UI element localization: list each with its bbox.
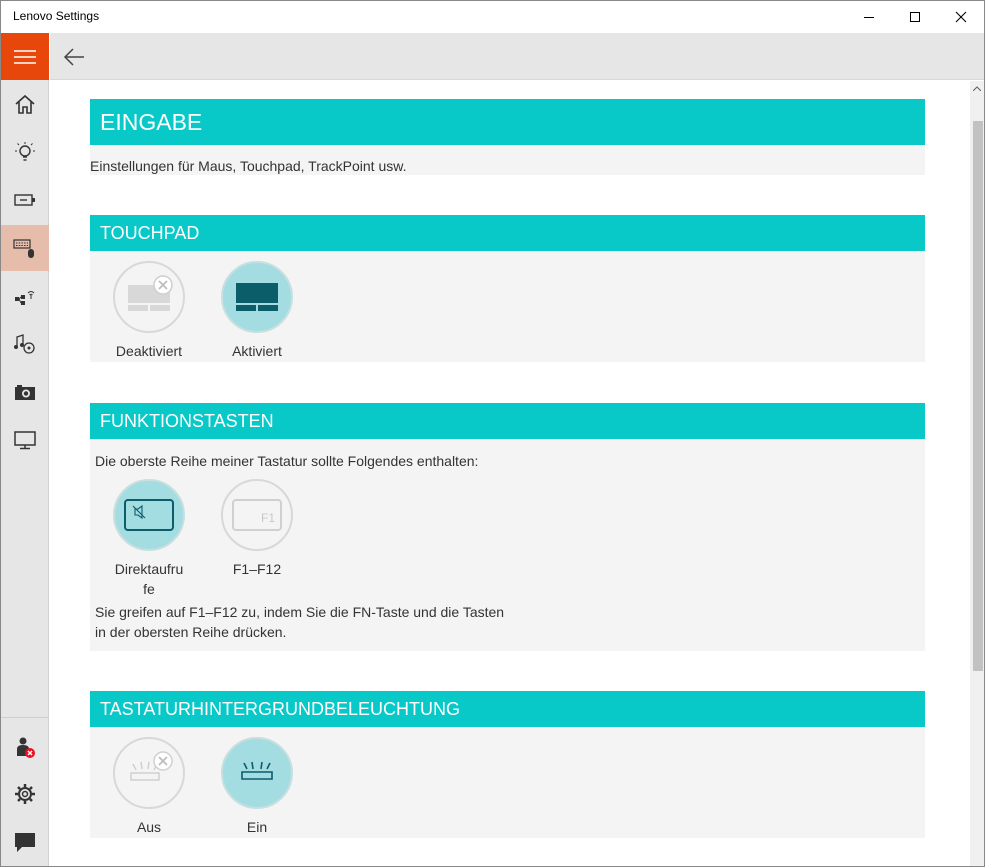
sidebar-item-network[interactable] — [1, 273, 49, 319]
function-keys-section-header: FUNKTIONSTASTEN — [90, 403, 925, 439]
keyboard-mouse-icon — [13, 239, 34, 258]
sidebar-item-account[interactable] — [1, 725, 49, 771]
maximize-button[interactable] — [892, 1, 938, 33]
camera-icon — [15, 385, 35, 400]
sidebar-item-camera[interactable] — [1, 369, 49, 415]
backlight-off-toggle[interactable] — [113, 737, 185, 809]
account-error-icon — [17, 737, 35, 758]
hamburger-menu-button[interactable] — [1, 33, 49, 80]
main-content: EINGABE Einstellungen für Maus, Touchpad… — [50, 81, 970, 866]
app-window: Lenovo Settings EINGABE Einstellungen fü… — [0, 0, 985, 867]
disabled-x-icon — [153, 275, 173, 295]
backlight-on-label: Ein — [246, 819, 268, 835]
touchpad-section: TOUCHPAD Deaktiviert Aktiviert — [90, 215, 925, 362]
page-description: Einstellungen für Maus, Touchpad, TrackP… — [90, 145, 925, 175]
hotkeys-toggle[interactable] — [113, 479, 185, 551]
sidebar-item-display[interactable] — [1, 417, 49, 463]
back-arrow-icon — [63, 48, 84, 66]
function-keys-note-line2: in der obersten Reihe drücken. — [95, 624, 287, 640]
sidebar-divider — [1, 717, 49, 718]
function-keys-note: Sie greifen auf F1–F12 zu, indem Sie die… — [95, 602, 515, 642]
backlight-off-label: Aus — [136, 819, 162, 835]
chevron-up-icon — [973, 85, 981, 91]
page-title: EINGABE — [100, 108, 203, 135]
hotkeys-label: Direktaufru fe — [104, 559, 194, 599]
backlight-off-x-icon — [153, 751, 173, 771]
home-icon — [15, 94, 35, 114]
function-key-icon: F1 — [232, 499, 282, 531]
audio-video-icon — [14, 334, 35, 354]
function-keys-title: FUNKTIONSTASTEN — [100, 410, 274, 431]
top-bar — [50, 33, 984, 80]
vertical-scrollbar[interactable] — [970, 81, 984, 866]
touchpad-option-enabled[interactable]: Aktiviert — [212, 261, 302, 361]
function-keys-option-f1-f12[interactable]: F1 F1–F12 — [212, 479, 302, 579]
backlight-section: TASTATURHINTERGRUNDBELEUCHTUNG Aus Ein — [90, 691, 925, 838]
sidebar-item-lighting[interactable] — [1, 129, 49, 175]
touchpad-option-disabled[interactable]: Deaktiviert — [104, 261, 194, 361]
backlight-title: TASTATURHINTERGRUNDBELEUCHTUNG — [100, 698, 461, 719]
sidebar-item-audio[interactable] — [1, 321, 49, 367]
hotkeys-label-line1: Direktaufru — [114, 561, 184, 577]
window-title: Lenovo Settings — [13, 9, 100, 23]
function-key-icon-text: F1 — [261, 511, 275, 525]
scroll-up-button[interactable] — [970, 81, 984, 95]
function-keys-section: FUNKTIONSTASTEN Die oberste Reihe meiner… — [90, 403, 925, 651]
battery-icon — [14, 194, 35, 206]
backlight-on-icon — [241, 761, 273, 780]
touchpad-enabled-label: Aktiviert — [232, 343, 282, 359]
sidebar-item-input[interactable] — [1, 225, 49, 271]
backlight-option-on[interactable]: Ein — [212, 737, 302, 837]
feedback-icon — [15, 833, 35, 852]
sidebar-item-home[interactable] — [1, 81, 49, 127]
lightbulb-icon — [15, 142, 35, 161]
touchpad-section-header: TOUCHPAD — [90, 215, 925, 251]
touchpad-title: TOUCHPAD — [100, 222, 200, 243]
touchpad-enabled-toggle[interactable] — [221, 261, 293, 333]
sidebar-item-power[interactable] — [1, 177, 49, 223]
page-header: EINGABE Einstellungen für Maus, Touchpad… — [90, 99, 925, 175]
sidebar — [1, 33, 49, 866]
hotkeys-label-line2: fe — [143, 581, 155, 597]
network-icon — [15, 291, 35, 305]
close-icon — [955, 11, 967, 23]
scrollbar-thumb[interactable] — [973, 121, 983, 671]
page-title-bar: EINGABE — [90, 99, 925, 145]
minimize-icon — [864, 17, 874, 18]
back-button[interactable] — [60, 43, 88, 71]
hotkey-mute-icon — [124, 499, 174, 531]
title-bar: Lenovo Settings — [1, 1, 984, 33]
display-icon — [14, 431, 36, 450]
hamburger-icon — [14, 49, 36, 64]
function-keys-note-line1: Sie greifen auf F1–F12 zu, indem Sie die… — [95, 604, 505, 620]
settings-gear-icon — [15, 784, 35, 804]
touchpad-on-icon — [236, 283, 278, 311]
backlight-section-header: TASTATURHINTERGRUNDBELEUCHTUNG — [90, 691, 925, 727]
function-keys-intro: Die oberste Reihe meiner Tastatur sollte… — [95, 453, 479, 469]
f1-f12-toggle[interactable]: F1 — [221, 479, 293, 551]
f1-f12-label: F1–F12 — [232, 561, 282, 577]
touchpad-disabled-label: Deaktiviert — [115, 343, 183, 359]
close-button[interactable] — [938, 1, 984, 33]
minimize-button[interactable] — [846, 1, 892, 33]
sidebar-item-feedback[interactable] — [1, 819, 49, 865]
function-keys-option-hotkeys[interactable]: Direktaufru fe — [104, 479, 194, 599]
backlight-option-off[interactable]: Aus — [104, 737, 194, 837]
backlight-on-toggle[interactable] — [221, 737, 293, 809]
sidebar-item-settings[interactable] — [1, 771, 49, 817]
touchpad-disabled-toggle[interactable] — [113, 261, 185, 333]
maximize-icon — [910, 12, 920, 22]
